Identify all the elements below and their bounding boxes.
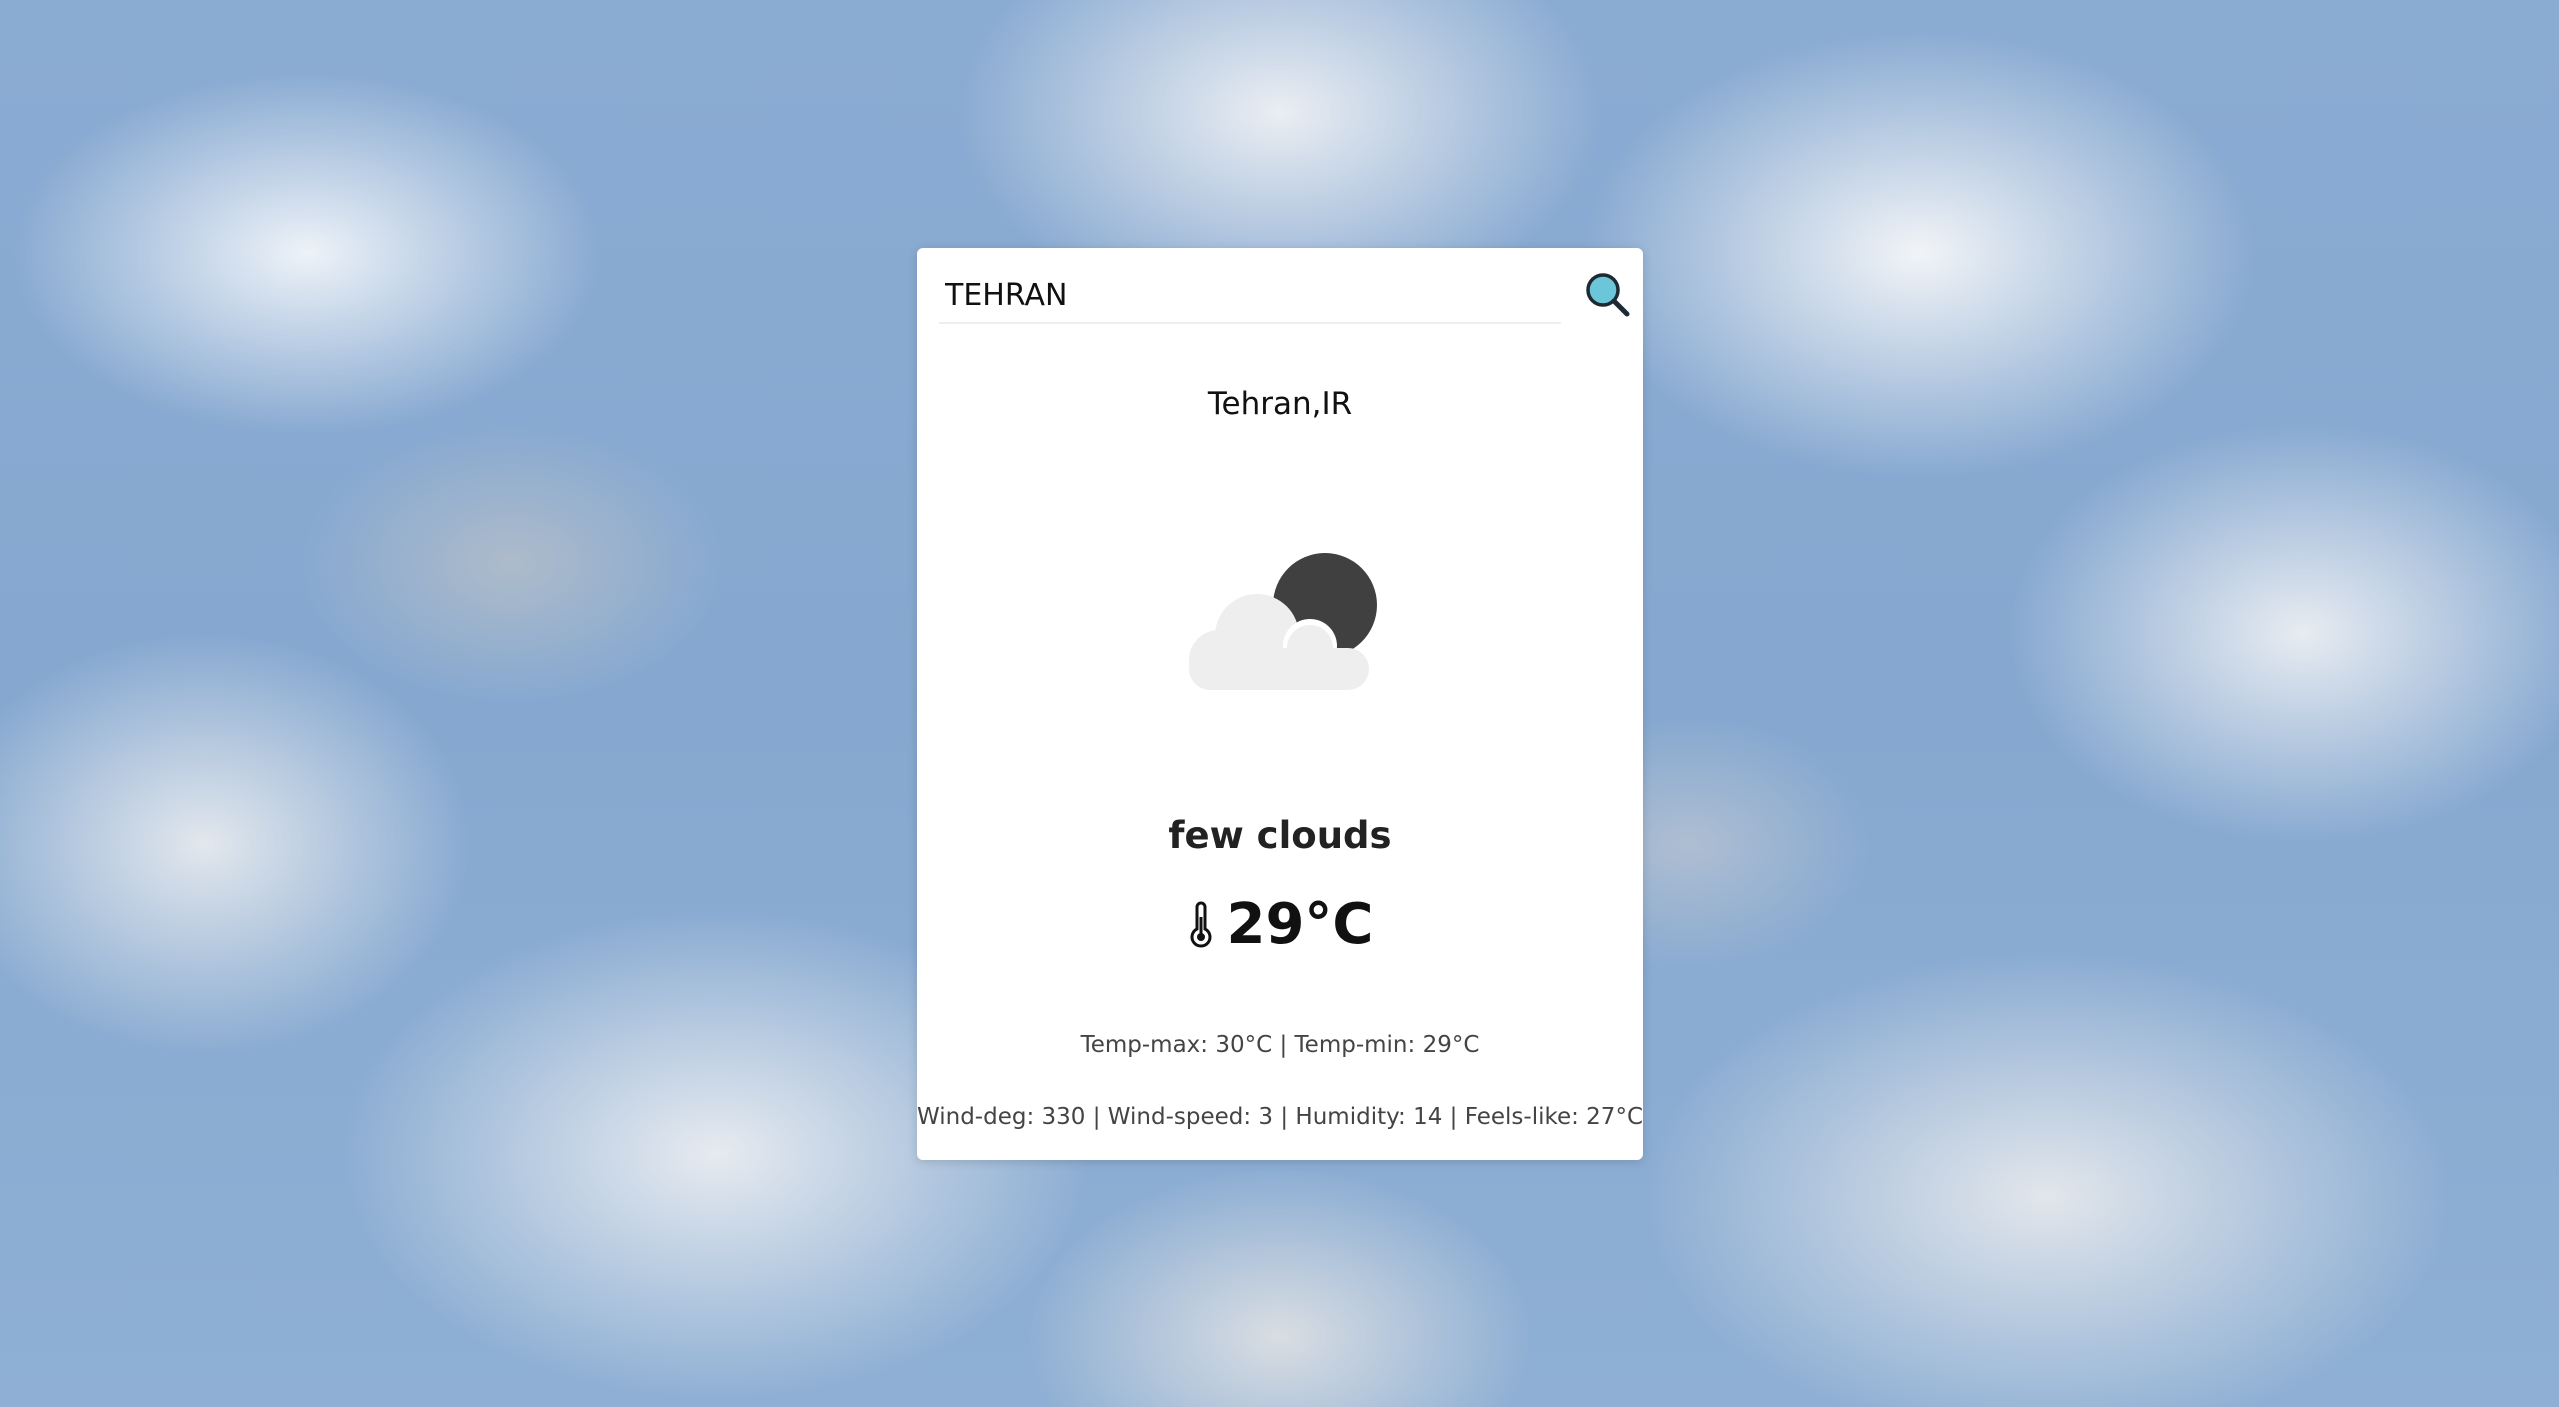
search-button[interactable]: [1583, 270, 1633, 320]
weather-card: Tehran,IR few clouds 29°C Temp-max: 30°C…: [917, 248, 1643, 1160]
search-icon: [1586, 273, 1630, 317]
temperature-value: 29°C: [1226, 892, 1374, 957]
weather-description: few clouds: [1168, 814, 1392, 857]
partly-cloudy-night-icon: [1177, 548, 1397, 698]
search-bar: [939, 268, 1630, 326]
thermometer-icon: [1190, 901, 1212, 948]
city-search-input[interactable]: [939, 268, 1561, 324]
temp-min-max: Temp-max: 30°C | Temp-min: 29°C: [1080, 1032, 1480, 1058]
weather-details: Wind-deg: 330 | Wind-speed: 3 | Humidity…: [917, 1104, 1644, 1130]
location-label: Tehran,IR: [1207, 386, 1353, 422]
temperature-row: 29°C: [917, 892, 1643, 957]
